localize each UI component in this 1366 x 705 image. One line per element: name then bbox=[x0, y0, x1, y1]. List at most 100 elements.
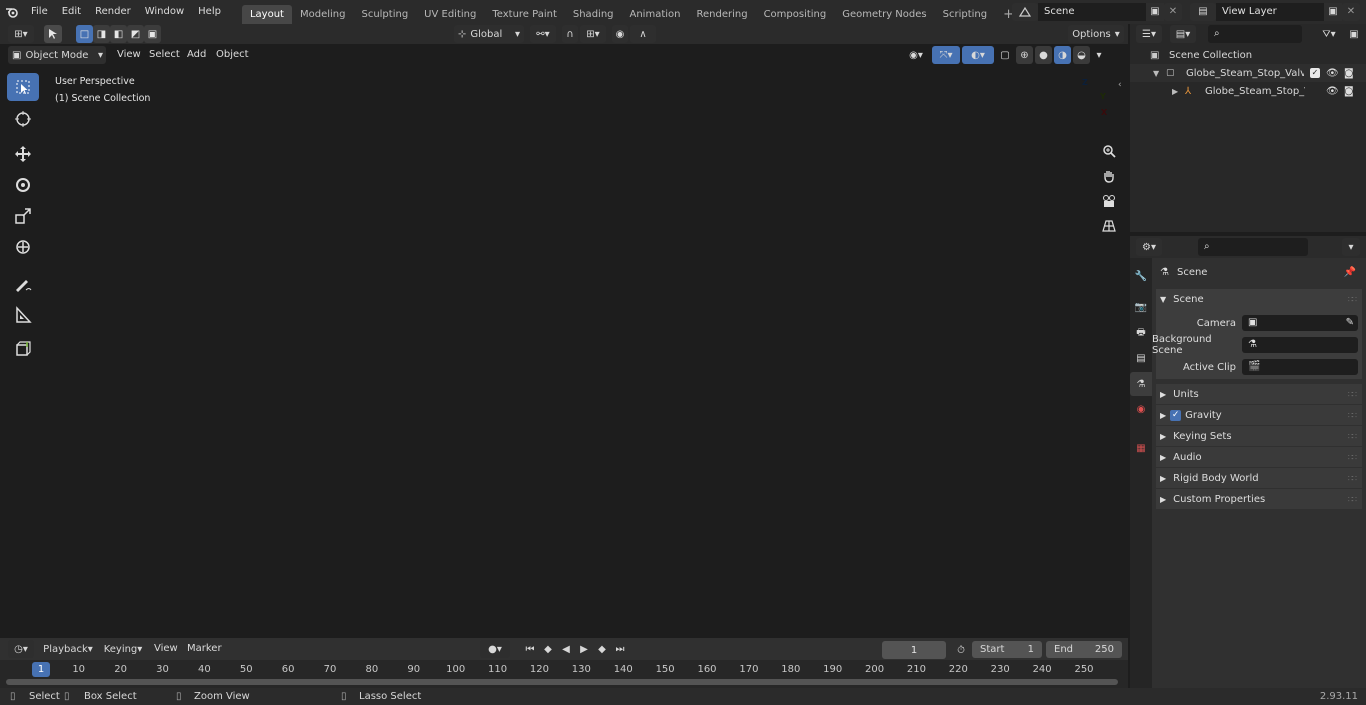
shading-options-icon[interactable]: ▾ bbox=[1092, 46, 1106, 64]
select-tool-icon[interactable] bbox=[44, 25, 62, 43]
timeline-scrollbar[interactable] bbox=[6, 679, 1118, 685]
rotate-tool-icon[interactable] bbox=[7, 171, 39, 199]
current-frame-field[interactable]: 1 bbox=[882, 641, 946, 659]
end-frame-field[interactable]: End 250 bbox=[1046, 641, 1122, 658]
outliner-row-collection[interactable]: ▼ ▢ Globe_Steam_Stop_Valve_Ste ✓ 👁 ◙ bbox=[1130, 64, 1366, 82]
menu-window[interactable]: Window bbox=[138, 2, 191, 22]
record-icon[interactable]: ●▾ bbox=[480, 640, 510, 658]
xray-toggle-icon[interactable]: ▢ bbox=[996, 46, 1014, 64]
texture-tab-icon[interactable]: ▦ bbox=[1130, 436, 1152, 460]
add-cube-tool-icon[interactable] bbox=[7, 335, 39, 363]
active-clip-field[interactable]: 🎬 bbox=[1242, 359, 1358, 375]
visibility-icon[interactable]: ◉▾ bbox=[902, 46, 930, 64]
eye-icon[interactable]: 👁 bbox=[1326, 86, 1339, 97]
shading-material-icon[interactable]: ◑ bbox=[1054, 46, 1071, 64]
tab-modeling[interactable]: Modeling bbox=[292, 5, 354, 24]
pan-view-icon[interactable] bbox=[1098, 165, 1120, 187]
tab-uv-editing[interactable]: UV Editing bbox=[416, 5, 484, 24]
shading-wireframe-icon[interactable]: ⊕ bbox=[1016, 46, 1033, 64]
annotate-tool-icon[interactable] bbox=[7, 270, 39, 298]
sidebar-toggle-icon[interactable]: ‹ bbox=[1118, 80, 1122, 90]
view-layer-field[interactable]: View Layer bbox=[1216, 2, 1324, 21]
drag-handle-icon[interactable]: ∷∷ bbox=[1348, 474, 1357, 483]
jump-start-icon[interactable]: ⏮ bbox=[522, 640, 538, 658]
snap-target-icon[interactable]: ⊞▾ bbox=[580, 25, 606, 43]
viewport-menu-object[interactable]: Object bbox=[209, 45, 256, 65]
tab-shading[interactable]: Shading bbox=[565, 5, 622, 24]
scene-tab-icon[interactable]: ⚗ bbox=[1130, 372, 1152, 396]
menu-help[interactable]: Help bbox=[191, 2, 228, 22]
mode-dropdown[interactable]: ▣ Object Mode ▾ bbox=[8, 46, 106, 64]
measure-tool-icon[interactable] bbox=[7, 301, 39, 329]
blender-logo-icon[interactable] bbox=[0, 0, 24, 24]
tab-geometry-nodes[interactable]: Geometry Nodes bbox=[834, 5, 934, 24]
drag-handle-icon[interactable]: ∷∷ bbox=[1348, 432, 1357, 441]
tab-layout[interactable]: Layout bbox=[241, 5, 292, 24]
properties-options-icon[interactable]: ▾ bbox=[1342, 238, 1360, 256]
camera-view-icon[interactable] bbox=[1098, 190, 1120, 212]
perspective-toggle-icon[interactable] bbox=[1098, 215, 1120, 237]
keying-sets-panel-header[interactable]: ▶ Keying Sets ∷∷ bbox=[1156, 426, 1362, 446]
rigid-body-world-panel-header[interactable]: ▶ Rigid Body World ∷∷ bbox=[1156, 468, 1362, 488]
tab-animation[interactable]: Animation bbox=[622, 5, 689, 24]
gizmo-toggle-icon[interactable]: ⤧▾ bbox=[932, 46, 960, 64]
tab-sculpting[interactable]: Sculpting bbox=[353, 5, 416, 24]
custom-properties-panel-header[interactable]: ▶ Custom Properties ∷∷ bbox=[1156, 489, 1362, 509]
tab-compositing[interactable]: Compositing bbox=[756, 5, 835, 24]
play-reverse-icon[interactable]: ◀ bbox=[558, 640, 574, 658]
keying-menu[interactable]: Keying ▾ bbox=[100, 640, 146, 658]
preview-range-icon[interactable]: ⏱ bbox=[953, 641, 969, 659]
copy-view-layer-icon[interactable]: ▣ bbox=[1324, 2, 1342, 21]
scale-tool-icon[interactable] bbox=[7, 202, 39, 230]
select-box-tool-icon[interactable] bbox=[7, 73, 39, 101]
outliner-row-scene-collection[interactable]: ▣ Scene Collection bbox=[1130, 46, 1366, 64]
tool-tab-icon[interactable]: 🔧 bbox=[1130, 264, 1152, 288]
tab-rendering[interactable]: Rendering bbox=[688, 5, 755, 24]
expand-arrow-icon[interactable]: ▶ bbox=[1172, 87, 1178, 96]
camera-field[interactable]: ▣ ✎ bbox=[1242, 315, 1358, 331]
play-icon[interactable]: ▶ bbox=[576, 640, 592, 658]
mode-invert-icon[interactable]: ◩ bbox=[127, 25, 144, 43]
mode-subtract-icon[interactable]: ◧ bbox=[110, 25, 127, 43]
timeline[interactable]: 1 10 20 30 40 50 60 70 80 90 100 110 120 130 140 150 160… bbox=[0, 660, 1128, 688]
tab-texture-paint[interactable]: Texture Paint bbox=[484, 5, 565, 24]
timeline-menu-marker[interactable]: Marker bbox=[180, 639, 229, 659]
jump-end-icon[interactable]: ⏭ bbox=[612, 640, 628, 658]
prev-keyframe-icon[interactable]: ◆ bbox=[540, 640, 556, 658]
zoom-view-icon[interactable] bbox=[1098, 140, 1120, 162]
pivot-point-icon[interactable]: ⚯▾ bbox=[530, 25, 556, 43]
menu-file[interactable]: File bbox=[24, 2, 55, 22]
next-keyframe-icon[interactable]: ◆ bbox=[594, 640, 610, 658]
scene-icon[interactable] bbox=[1012, 2, 1038, 21]
outliner-row-object[interactable]: ▶ ⅄ Globe_Steam_Stop_Valve 👁 ◙ bbox=[1130, 82, 1366, 100]
overlays-toggle-icon[interactable]: ◐▾ bbox=[962, 46, 994, 64]
units-panel-header[interactable]: ▶ Units ∷∷ bbox=[1156, 384, 1362, 404]
drag-handle-icon[interactable]: ∷∷ bbox=[1348, 453, 1357, 462]
close-view-layer-icon[interactable]: ✕ bbox=[1342, 2, 1360, 21]
drag-handle-icon[interactable]: ∷∷ bbox=[1348, 295, 1357, 304]
filter-icon[interactable]: ⛛▾ bbox=[1316, 25, 1342, 43]
outliner-search-field[interactable]: ⌕ bbox=[1208, 25, 1302, 43]
view-layer-icon[interactable]: ▤ bbox=[1190, 2, 1216, 21]
camera-render-icon[interactable]: ◙ bbox=[1344, 86, 1354, 97]
eyedropper-icon[interactable]: ✎ bbox=[1346, 315, 1354, 331]
audio-panel-header[interactable]: ▶ Audio ∷∷ bbox=[1156, 447, 1362, 467]
drag-handle-icon[interactable]: ∷∷ bbox=[1348, 495, 1357, 504]
scene-panel-header[interactable]: ▼ Scene ∷∷ bbox=[1156, 289, 1362, 309]
drag-handle-icon[interactable]: ∷∷ bbox=[1348, 390, 1357, 399]
eye-icon[interactable]: 👁 bbox=[1326, 68, 1339, 79]
background-scene-field[interactable]: ⚗ bbox=[1242, 337, 1358, 353]
exclude-checkbox-icon[interactable]: ✓ bbox=[1310, 68, 1320, 78]
scene-name-field[interactable]: Scene bbox=[1038, 2, 1146, 21]
move-tool-icon[interactable] bbox=[7, 140, 39, 168]
copy-scene-icon[interactable]: ▣ bbox=[1146, 2, 1164, 21]
timeline-editor-icon[interactable]: ◷▾ bbox=[8, 640, 34, 658]
view-layer-tab-icon[interactable]: ▤ bbox=[1130, 346, 1152, 370]
editor-type-icon[interactable]: ⊞▾ bbox=[8, 25, 34, 43]
outliner-editor-icon[interactable]: ☰▾ bbox=[1136, 25, 1162, 43]
snap-toggle-icon[interactable]: ∩ bbox=[562, 25, 578, 43]
output-tab-icon[interactable]: 🖶 bbox=[1130, 321, 1152, 345]
menu-render[interactable]: Render bbox=[88, 2, 138, 22]
transform-orientation[interactable]: ⊹ Global ▾ bbox=[454, 25, 524, 43]
current-frame-marker[interactable]: 1 bbox=[32, 662, 50, 677]
